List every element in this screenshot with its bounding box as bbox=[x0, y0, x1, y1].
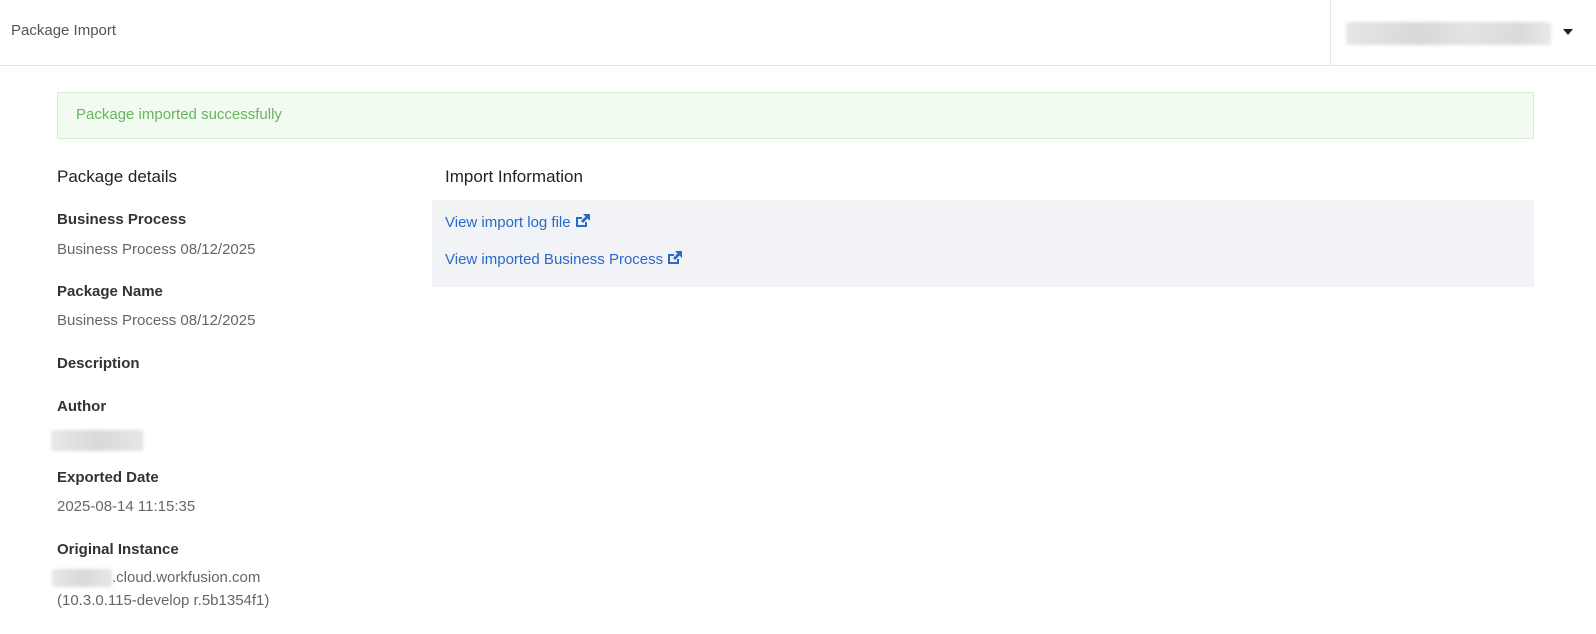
business-process-value: Business Process 08/12/2025 bbox=[57, 241, 256, 258]
instance-host-redacted bbox=[52, 569, 112, 588]
success-alert: Package imported successfully bbox=[57, 92, 1534, 139]
author-label: Author bbox=[57, 398, 107, 415]
external-link-icon bbox=[668, 251, 683, 264]
author-redacted bbox=[51, 429, 143, 451]
package-name-value: Business Process 08/12/2025 bbox=[57, 312, 256, 329]
external-link-icon bbox=[575, 214, 590, 227]
business-process-label: Business Process bbox=[57, 211, 187, 228]
author-value bbox=[51, 428, 143, 451]
original-instance-value: .cloud.workfusion.com (10.3.0.115-develo… bbox=[52, 566, 269, 612]
description-label: Description bbox=[57, 355, 140, 372]
caret-down-icon[interactable] bbox=[1563, 29, 1573, 35]
view-imported-bp-link[interactable]: View imported Business Process bbox=[445, 250, 683, 268]
top-bar: Package Import bbox=[0, 0, 1596, 66]
original-instance-label: Original Instance bbox=[57, 541, 179, 558]
page-title: Package Import bbox=[11, 22, 117, 39]
user-name-redacted[interactable] bbox=[1346, 22, 1551, 45]
package-details-title: Package details bbox=[57, 167, 178, 186]
alert-message: Package imported successfully bbox=[76, 106, 282, 123]
import-information-panel: View import log file View imported Busin… bbox=[432, 200, 1534, 287]
package-name-label: Package Name bbox=[57, 283, 163, 300]
user-menu[interactable] bbox=[1330, 0, 1596, 65]
import-information-title: Import Information bbox=[445, 167, 583, 186]
instance-domain: .cloud.workfusion.com bbox=[112, 569, 261, 586]
instance-version: (10.3.0.115-develop r.5b1354f1) bbox=[57, 592, 270, 609]
exported-date-label: Exported Date bbox=[57, 469, 159, 486]
exported-date-value: 2025-08-14 11:15:35 bbox=[57, 498, 196, 515]
view-import-log-label: View import log file bbox=[445, 214, 571, 231]
view-imported-bp-label: View imported Business Process bbox=[445, 251, 664, 268]
view-import-log-link[interactable]: View import log file bbox=[445, 213, 591, 231]
